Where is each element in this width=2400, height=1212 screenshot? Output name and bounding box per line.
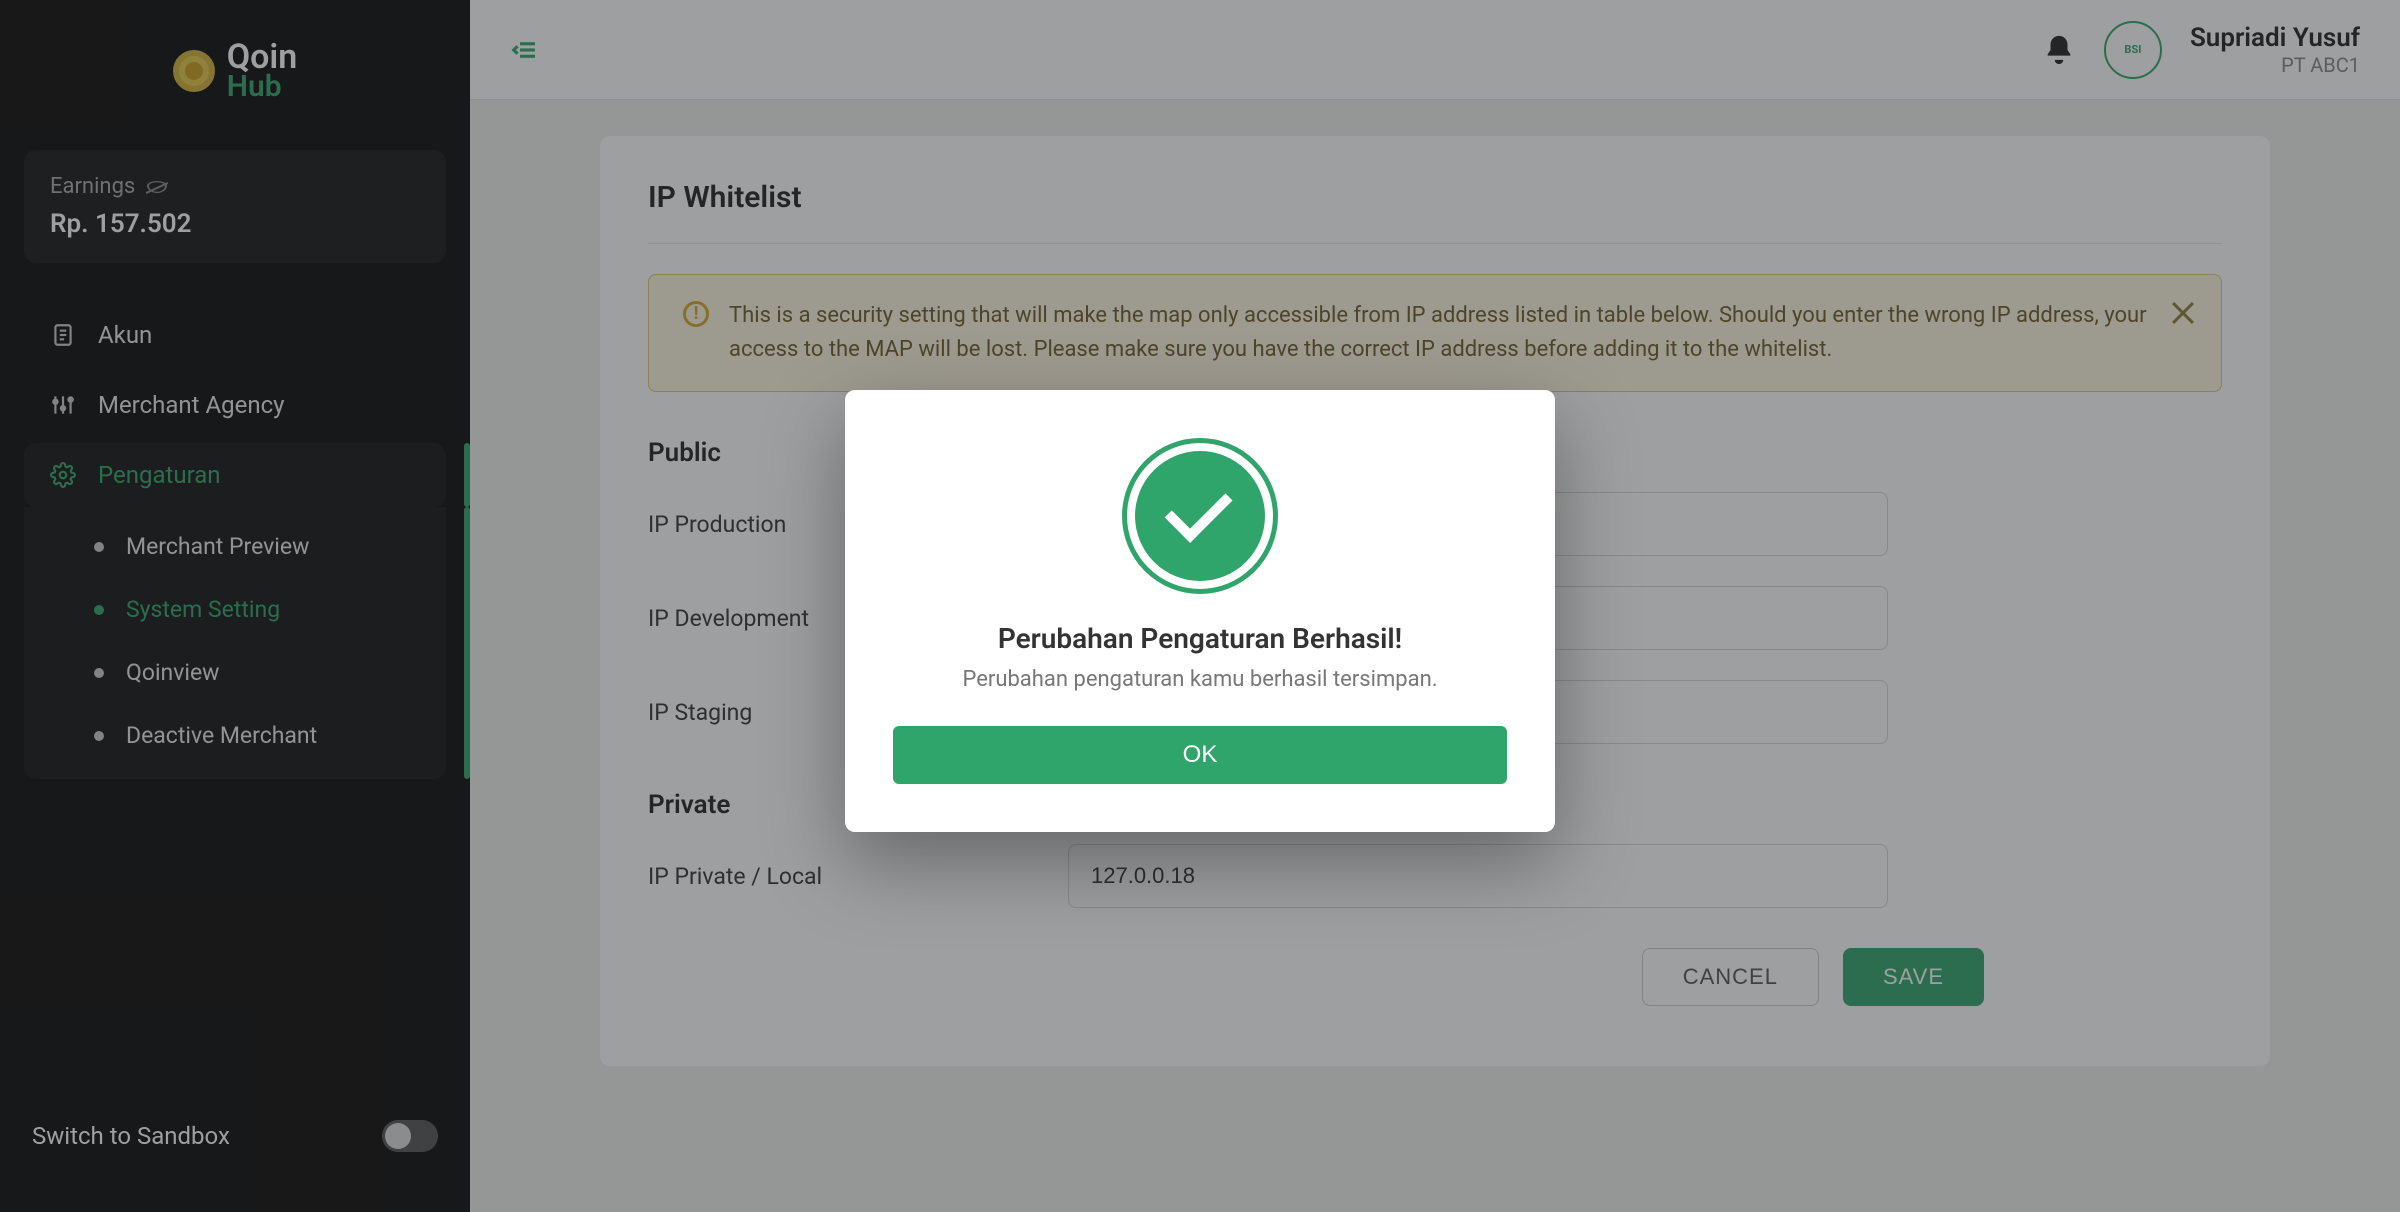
modal-ok-button[interactable]: OK <box>893 726 1507 784</box>
success-modal: Perubahan Pengaturan Berhasil! Perubahan… <box>845 390 1555 832</box>
modal-title: Perubahan Pengaturan Berhasil! <box>893 622 1507 655</box>
success-check-icon <box>1122 438 1278 594</box>
modal-subtitle: Perubahan pengaturan kamu berhasil tersi… <box>893 667 1507 692</box>
modal-overlay[interactable]: Perubahan Pengaturan Berhasil! Perubahan… <box>0 0 2400 1212</box>
